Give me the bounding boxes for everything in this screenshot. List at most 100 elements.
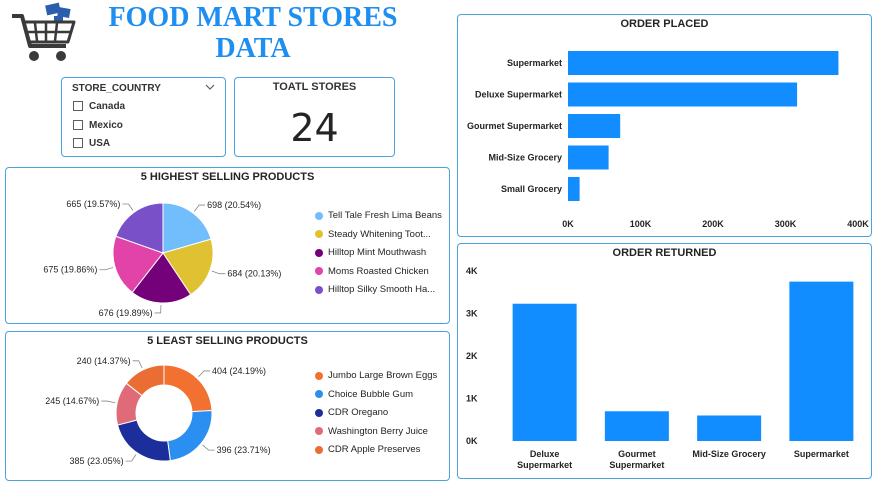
legend-label: Moms Roasted Chicken — [328, 265, 429, 277]
chevron-down-icon[interactable] — [205, 82, 215, 92]
leader-line — [132, 360, 143, 369]
category-label: Supermarket — [507, 58, 562, 68]
legend-item[interactable]: Steady Whitening Toot... — [315, 229, 431, 240]
bar[interactable] — [604, 411, 669, 441]
leader-line — [125, 454, 137, 462]
legend-item[interactable]: Hilltop Mint Mouthwash — [315, 247, 426, 258]
data-label: 684 (20.13%) — [227, 269, 281, 279]
data-label: 404 (24.19%) — [212, 366, 266, 376]
page-title-line2: DATA — [215, 33, 291, 64]
shopping-cart-icon — [12, 2, 76, 61]
slicer-option-label: Mexico — [89, 119, 123, 131]
card-title: TOATL STORES — [272, 81, 357, 93]
page-title: FOOD MART STORES DATA — [92, 2, 414, 64]
data-label: 665 (19.57%) — [66, 199, 120, 209]
legend-item[interactable]: CDR Apple Preserves — [315, 444, 420, 455]
y-tick-label: 2K — [466, 351, 478, 361]
legend-marker — [315, 211, 323, 220]
legend-item[interactable]: Washington Berry Juice — [315, 426, 428, 437]
legend-label: Jumbo Large Brown Eggs — [328, 370, 438, 381]
legend-label: CDR Oregano — [328, 407, 389, 419]
category-label: Mid-Size Grocery — [488, 153, 562, 163]
chart-title: ORDER RETURNED — [612, 247, 717, 259]
leader-line — [101, 400, 116, 404]
legend-label: Tell Tale Fresh Lima Beans — [328, 210, 442, 221]
checkbox[interactable] — [73, 138, 83, 148]
bar[interactable] — [697, 415, 762, 442]
card-value: 24 — [290, 106, 339, 150]
pie-slice[interactable] — [167, 410, 213, 462]
leader-line — [154, 304, 162, 314]
slicer-option-canada[interactable]: Canada — [73, 99, 125, 113]
category-label: Small Grocery — [501, 184, 562, 194]
least-selling-donut-chart: 404 (24.19%) 396 (23.71%) 385 (23.05%) 245 … — [45, 356, 271, 466]
y-tick-label: 0K — [466, 436, 478, 446]
legend-marker — [315, 285, 323, 294]
legend-label: CDR Apple Preserves — [328, 444, 421, 456]
x-tick-label: 400K — [847, 219, 869, 229]
bar[interactable] — [568, 114, 621, 138]
pie-slice[interactable] — [163, 364, 213, 413]
legend-item[interactable]: Choice Bubble Gum — [315, 389, 413, 400]
legend-marker — [315, 427, 323, 436]
leader-line — [202, 444, 215, 451]
data-label: 676 (19.89%) — [99, 308, 153, 318]
legend-label: Steady Whitening Toot... — [328, 228, 431, 240]
legend-label: Choice Bubble Gum — [328, 388, 414, 400]
order-returned-bar-chart: 0K 1K 2K 3K 4K Deluxe Supermarket Gourmet Superm… — [466, 266, 854, 470]
legend-item[interactable]: Tell Tale Fresh Lima Beans — [315, 210, 442, 221]
x-tick-label: 300K — [775, 219, 797, 229]
chart-title: ORDER PLACED — [620, 18, 709, 30]
slicer-option-label: USA — [89, 137, 111, 149]
x-tick-label: 0K — [562, 219, 574, 229]
data-label: 698 (20.54%) — [207, 200, 261, 210]
order-returned-panel: ORDER RETURNED 0K 1K 2K 3K 4K Deluxe Supermark… — [457, 243, 872, 479]
legend-label: Hilltop Mint Mouthwash — [328, 247, 427, 259]
leader-line — [122, 203, 134, 211]
y-tick-label: 3K — [466, 309, 478, 319]
category-label: Gourmet Supermarket — [467, 121, 562, 131]
leader-line — [211, 270, 226, 275]
legend-label: Hilltop Silky Smooth Ha... — [328, 284, 436, 296]
slicer-title: STORE_COUNTRY — [72, 83, 161, 94]
x-tick-label: 100K — [630, 219, 652, 229]
data-label: 675 (19.86%) — [43, 265, 97, 275]
highest-selling-pie-chart: 698 (20.54%) 684 (20.13%) 676 (19.89%) 675 … — [43, 199, 281, 318]
legend-item[interactable]: Jumbo Large Brown Eggs — [315, 370, 437, 381]
bar[interactable] — [568, 177, 580, 201]
category-label: Supermarket — [794, 449, 849, 459]
bar[interactable] — [568, 51, 839, 75]
legend-marker — [315, 390, 323, 399]
legend-item[interactable]: Moms Roasted Chicken — [315, 266, 429, 277]
checkbox[interactable] — [73, 101, 83, 111]
data-label: 396 (23.71%) — [217, 445, 271, 455]
pie-slice[interactable] — [116, 419, 171, 462]
category-label: Mid-Size Grocery — [692, 449, 766, 459]
bar[interactable] — [789, 281, 854, 441]
legend-marker — [315, 230, 323, 239]
checkbox[interactable] — [73, 120, 83, 130]
legend-marker — [315, 371, 323, 380]
legend-marker — [315, 445, 323, 454]
leader-line — [99, 267, 114, 271]
category-label: Gourmet Supermarket — [609, 449, 664, 470]
total-stores-card: TOATL STORES 24 — [234, 77, 395, 157]
bar[interactable] — [568, 145, 609, 170]
slicer-option-usa[interactable]: USA — [73, 136, 110, 150]
data-label: 245 (14.67%) — [45, 396, 99, 406]
bar[interactable] — [568, 82, 798, 107]
order-placed-panel: ORDER PLACED Supermarket Deluxe Supermark… — [457, 14, 872, 237]
leader-line — [198, 370, 210, 378]
y-tick-label: 1K — [466, 394, 478, 404]
legend-item[interactable]: Hilltop Silky Smooth Ha... — [315, 284, 435, 295]
legend-marker — [315, 267, 323, 276]
bar[interactable] — [512, 303, 577, 441]
leader-line — [193, 204, 206, 212]
legend-marker — [315, 248, 323, 257]
y-tick-label: 4K — [466, 266, 478, 276]
legend-marker — [315, 408, 323, 417]
legend-label: Washington Berry Juice — [328, 425, 428, 437]
slicer-option-mexico[interactable]: Mexico — [73, 118, 123, 132]
store-country-slicer: STORE_COUNTRY Canada Mexico USA — [61, 77, 226, 157]
legend-item[interactable]: CDR Oregano — [315, 407, 388, 418]
